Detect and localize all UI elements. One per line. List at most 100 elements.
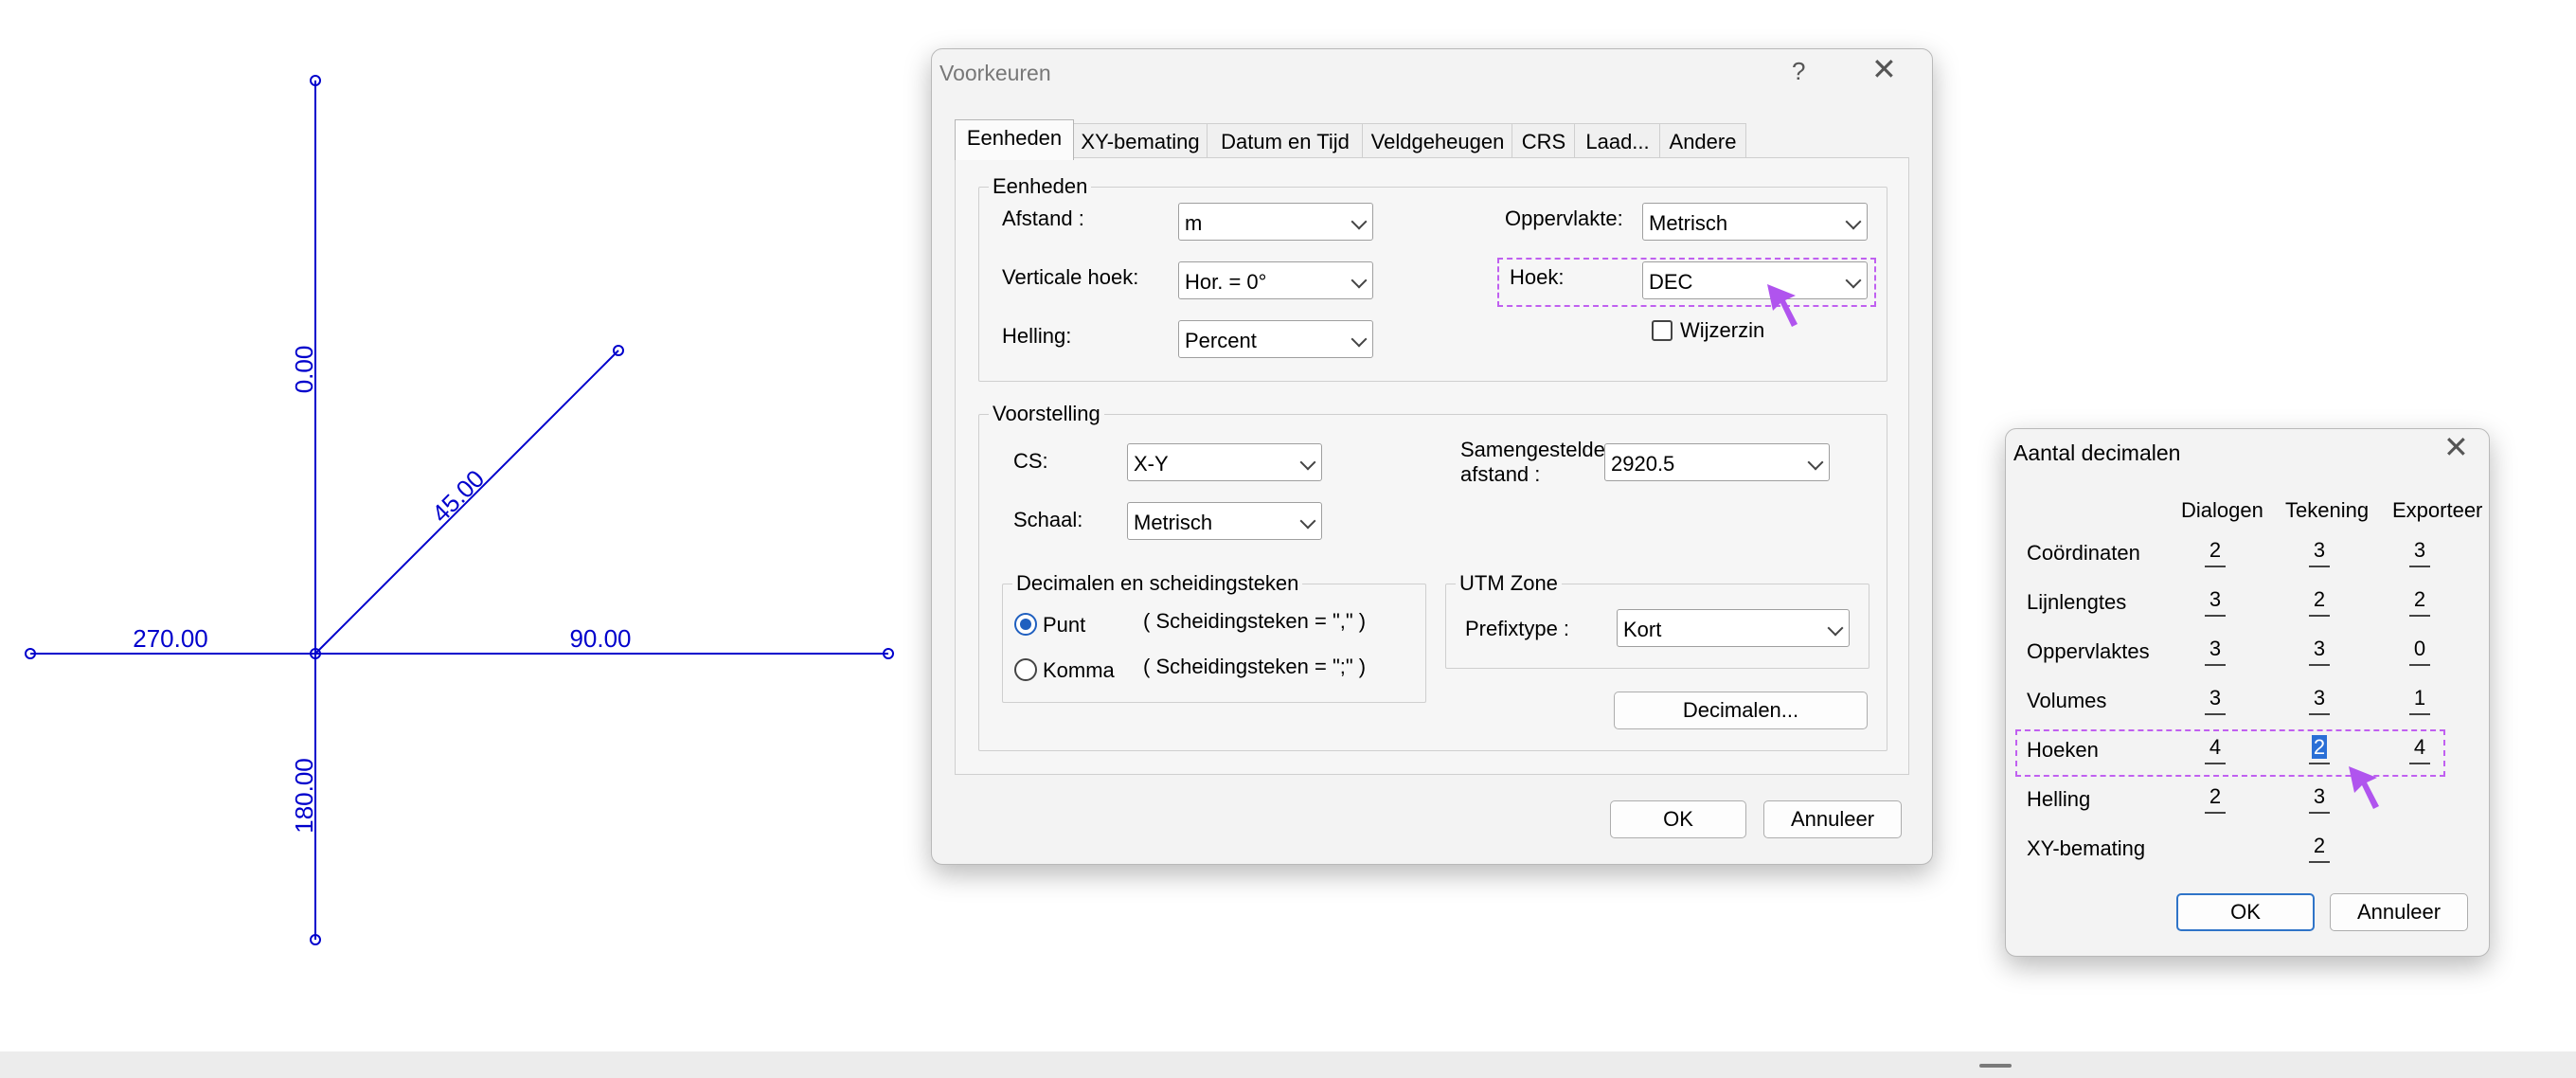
hoek-label: Hoek: [1510,265,1565,289]
schaal-value: Metrisch [1134,511,1213,534]
tab-page-eenheden: Eenheden Afstand : m Verticale hoek: Hor… [955,157,1909,775]
tab-eenheden[interactable]: Eenheden [955,119,1074,160]
dialogen-oppervlaktes-input[interactable]: 3 [2205,636,2226,666]
group-eenheden: Eenheden Afstand : m Verticale hoek: Hor… [978,174,1887,382]
decimalen-button[interactable]: Decimalen... [1614,692,1868,729]
ok-button[interactable]: OK [2176,893,2315,931]
chevron-down-icon [1351,331,1368,348]
cs-value: X-Y [1134,452,1169,476]
aantal-decimalen-dialog: Aantal decimalen ✕ Dialogen Tekening Exp… [2005,428,2490,957]
row-label-xy-bemating: XY-bemating [2027,836,2146,860]
samengestelde-value: 2920.5 [1611,452,1675,476]
punt-radio[interactable] [1014,613,1037,636]
drawing-canvas[interactable]: 0.00 45.00 90.00 270.00 180.00 [0,0,947,1042]
tab-xy-bemating[interactable]: XY-bemating [1072,123,1208,158]
samengestelde-label-2: afstand : [1460,462,1541,486]
row-label-lijnlengtes: Lijnlengtes [2027,590,2127,614]
hoek-select[interactable]: DEC [1642,261,1868,299]
komma-radio[interactable] [1014,658,1037,681]
group-title-voorstelling: Voorstelling [989,402,1104,426]
schaal-select[interactable]: Metrisch [1127,502,1322,540]
exporteer-coordinaten-input[interactable]: 3 [2409,537,2430,567]
label-west: 270.00 [133,624,208,653]
komma-label: Komma [1043,658,1115,682]
exporteer-hoeken-input[interactable]: 4 [2409,734,2430,764]
dialogen-coordinaten-input[interactable]: 2 [2205,537,2226,567]
tekening-coordinaten-input[interactable]: 3 [2309,537,2330,567]
wijzerzin-checkbox[interactable] [1652,320,1673,341]
close-icon[interactable]: ✕ [1871,54,1897,84]
tekening-volumes-input[interactable]: 3 [2309,685,2330,715]
afstand-value: m [1185,211,1203,235]
col-exporteer: Exporteer [2392,498,2483,522]
prefixtype-value: Kort [1623,618,1662,641]
row-label-hoeken: Hoeken [2027,738,2099,762]
help-icon[interactable]: ? [1792,57,1805,85]
exporteer-volumes-input[interactable]: 1 [2409,685,2430,715]
cursor-arrow-icon [2349,766,2379,809]
exporteer-oppervlaktes-input[interactable]: 0 [2409,636,2430,666]
hoek-value: DEC [1649,270,1693,294]
group-title-eenheden: Eenheden [989,174,1092,199]
samengestelde-select[interactable]: 2920.5 [1604,443,1830,481]
dialog-title: Voorkeuren [939,61,1051,85]
col-dialogen: Dialogen [2181,498,2263,522]
verticale-hoek-label: Verticale hoek: [1002,265,1139,289]
chevron-down-icon [1299,454,1316,471]
row-label-volumes: Volumes [2027,689,2107,712]
dialogen-helling-input[interactable]: 2 [2205,783,2226,814]
chevron-down-icon [1845,213,1862,230]
oppervlakte-value: Metrisch [1649,211,1728,235]
group-voorstelling: Voorstelling CS: X-Y Schaal: Metrisch Sa… [978,402,1887,751]
annuleer-button[interactable]: Annuleer [2330,893,2468,931]
tab-crs[interactable]: CRS [1512,123,1576,158]
label-south: 180.00 [290,758,318,834]
resize-handle[interactable] [1979,1064,2012,1068]
tekening-helling-input[interactable]: 3 [2309,783,2330,814]
oppervlakte-label: Oppervlakte: [1505,207,1623,230]
group-decimalen-scheidingsteken: Decimalen en scheidingsteken Punt ( Sche… [1002,571,1426,703]
tab-laad[interactable]: Laad... [1574,123,1661,158]
punt-hint: ( Scheidingsteken = "," ) [1143,609,1367,633]
schaal-label: Schaal: [1013,508,1083,531]
tekening-xy-bemating-input[interactable]: 2 [2309,833,2330,863]
tekening-hoeken-value: 2 [2311,735,2328,759]
close-icon[interactable]: ✕ [2443,432,2469,462]
bottom-bar [0,1051,2576,1078]
tab-veldgeheugen[interactable]: Veldgeheugen [1362,123,1513,158]
afstand-select[interactable]: m [1178,203,1373,241]
row-label-coordinaten: Coördinaten [2027,541,2140,565]
ok-button[interactable]: OK [1610,800,1746,838]
verticale-hoek-value: Hor. = 0° [1185,270,1267,294]
helling-select[interactable]: Percent [1178,320,1373,358]
tekening-lijnlengtes-input[interactable]: 2 [2309,586,2330,617]
dialogen-lijnlengtes-input[interactable]: 3 [2205,586,2226,617]
group-utm-zone: UTM Zone Prefixtype : Kort [1445,571,1869,669]
chevron-down-icon [1299,512,1316,530]
dialogen-volumes-input[interactable]: 3 [2205,685,2226,715]
dialogen-hoeken-input[interactable]: 4 [2205,734,2226,764]
cs-select[interactable]: X-Y [1127,443,1322,481]
helling-value: Percent [1185,329,1257,352]
chevron-down-icon [1807,454,1824,471]
annuleer-button[interactable]: Annuleer [1763,800,1902,838]
exporteer-lijnlengtes-input[interactable]: 2 [2409,586,2430,617]
group-title-decimalen: Decimalen en scheidingsteken [1012,571,1303,596]
verticale-hoek-select[interactable]: Hor. = 0° [1178,261,1373,299]
komma-hint: ( Scheidingsteken = ";" ) [1143,655,1367,678]
afstand-label: Afstand : [1002,207,1084,230]
oppervlakte-select[interactable]: Metrisch [1642,203,1868,241]
chevron-down-icon [1351,272,1368,289]
samengestelde-label-1: Samengestelde [1460,438,1605,461]
tab-andere[interactable]: Andere [1659,123,1746,158]
col-tekening: Tekening [2285,498,2370,522]
group-title-utm: UTM Zone [1456,571,1562,596]
tab-datum-en-tijd[interactable]: Datum en Tijd [1207,123,1364,158]
cs-label: CS: [1013,449,1048,473]
voorkeuren-dialog: Voorkeuren ? ✕ Eenheden XY-bemating Datu… [931,48,1933,865]
tekening-oppervlaktes-input[interactable]: 3 [2309,636,2330,666]
helling-label: Helling: [1002,324,1072,348]
prefixtype-label: Prefixtype : [1465,617,1570,640]
tekening-hoeken-input[interactable]: 2 [2309,734,2330,764]
prefixtype-select[interactable]: Kort [1617,609,1850,647]
